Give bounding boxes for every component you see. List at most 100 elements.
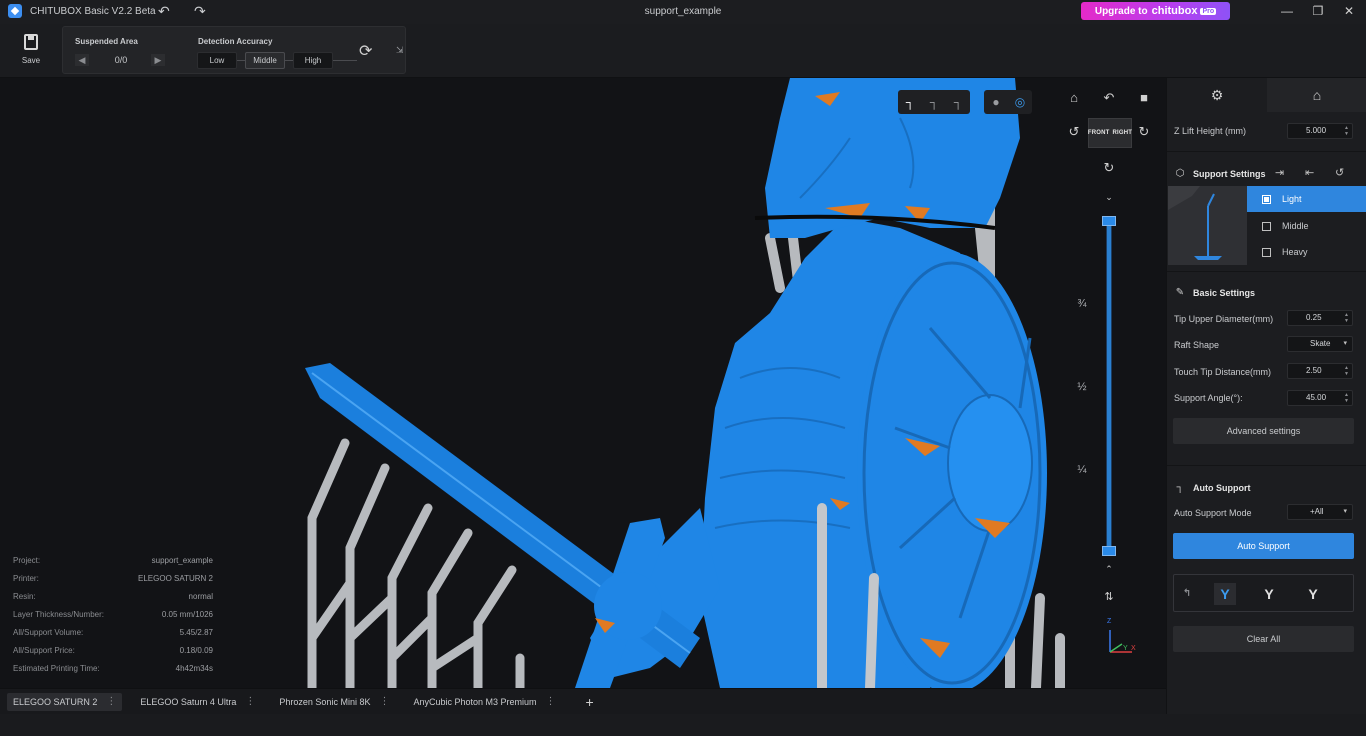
solid-sphere-icon[interactable]: ● — [984, 90, 1008, 114]
layer-slider-top-handle[interactable] — [1102, 216, 1116, 226]
preset-light-option[interactable]: Light — [1247, 186, 1366, 212]
add-printer-tab-icon[interactable]: + — [586, 694, 594, 710]
axis-z-label: Z — [1107, 618, 1112, 625]
info-printer: Printer: ELEGOO SATURN 2 — [13, 574, 213, 583]
info-value: 0.05 mm/1026 — [161, 610, 213, 619]
view-cube[interactable]: FRONT RIGHT — [1088, 118, 1132, 148]
chevron-down-icon: ▾ — [1343, 340, 1347, 347]
support-type-2-icon[interactable]: ┐ — [922, 90, 946, 114]
preset-heavy-option[interactable]: Heavy — [1247, 239, 1366, 265]
tip-upper-label: Tip Upper Diameter(mm) — [1174, 314, 1274, 324]
stepper-icon[interactable]: ▲ ▼ — [1344, 125, 1349, 137]
home-view-icon[interactable]: ⌂ — [1066, 90, 1082, 105]
info-label: Layer Thickness/Number: — [13, 610, 104, 619]
support-settings-icon: ⬡ — [1175, 168, 1185, 179]
shield-boss — [947, 394, 1033, 532]
rotate-down-icon[interactable]: ↻ — [1101, 160, 1117, 176]
suspended-area-title: Suspended Area — [75, 37, 138, 46]
tab-menu-icon[interactable]: ⋮ — [546, 696, 556, 707]
info-value: 5.45/2.87 — [179, 628, 213, 637]
save-icon — [24, 34, 38, 50]
info-project: Project: support_example — [13, 556, 213, 565]
head-shape — [765, 78, 1020, 238]
edit-support-tool-icon[interactable]: Y — [1258, 583, 1280, 605]
import-settings-icon[interactable]: ⇥ — [1275, 166, 1284, 179]
info-value: normal — [188, 592, 213, 601]
previous-area-button[interactable]: ◀ — [75, 54, 89, 66]
z-lift-input[interactable]: 5.000 ▲ ▼ — [1287, 123, 1353, 139]
cube-face-front: FRONT — [1087, 130, 1110, 136]
refresh-detection-icon[interactable]: ⟳ — [359, 41, 372, 61]
preset-label: Heavy — [1282, 247, 1308, 257]
tab-menu-icon[interactable]: ⋮ — [379, 696, 389, 707]
layer-mark-three-quarter: ¾ — [1077, 298, 1087, 310]
printer-tab-anycubic-photon-m3-premium[interactable]: AnyCubic Photon M3 Premium ⋮ — [407, 693, 561, 711]
rotate-left-icon[interactable]: ↺ — [1066, 124, 1082, 140]
auto-support-title: Auto Support — [1193, 482, 1251, 493]
print-settings-tab[interactable]: ⚙ — [1167, 78, 1267, 112]
axis-x-label: X — [1131, 645, 1136, 652]
support-tab[interactable]: ⌂ — [1267, 78, 1366, 112]
z-lift-label: Z Lift Height (mm) — [1174, 126, 1247, 136]
printer-tab-elegoo-saturn-4-ultra[interactable]: ELEGOO Saturn 4 Ultra ⋮ — [134, 693, 261, 711]
basic-settings-title: Basic Settings — [1193, 287, 1256, 298]
auto-support-mode-select[interactable]: +All ▾ — [1287, 504, 1353, 520]
info-value: support_example — [151, 556, 213, 565]
tab-menu-icon[interactable]: ⋮ — [245, 696, 255, 707]
accuracy-middle-button[interactable]: Middle — [245, 52, 285, 69]
support-type-1-icon[interactable]: ┐ — [898, 90, 922, 114]
reset-settings-icon[interactable]: ↺ — [1335, 166, 1344, 179]
xray-sphere-icon[interactable]: ◎ — [1008, 90, 1032, 114]
magic-wand-icon: ✎ — [1175, 287, 1185, 298]
printer-tab-elegoo-saturn-2[interactable]: ELEGOO SATURN 2 ⋮ — [7, 692, 123, 711]
advanced-settings-button[interactable]: Advanced settings — [1173, 418, 1354, 444]
stepper-icon[interactable]: ▲ ▼ — [1344, 365, 1349, 377]
layer-slider-track[interactable] — [1106, 220, 1112, 552]
tip-upper-input[interactable]: 0.25 ▲ ▼ — [1287, 310, 1353, 326]
restore-icon[interactable]: ❐ — [1310, 4, 1326, 18]
preset-middle-option[interactable]: Middle — [1247, 213, 1366, 239]
stepper-icon[interactable]: ▲ ▼ — [1344, 392, 1349, 404]
undo-icon[interactable]: ↶ — [158, 3, 170, 19]
auto-support-mode-value: +All — [1310, 507, 1324, 516]
printer-tab-phrozen-sonic-mini-8k[interactable]: Phrozen Sonic Mini 8K ⋮ — [273, 693, 395, 711]
cube-view-icon[interactable]: ■ — [1136, 90, 1152, 105]
divider — [1167, 151, 1366, 152]
layer-down-chevron-icon[interactable]: ⌃ — [1101, 564, 1117, 575]
support-type-3-icon[interactable]: ┐ — [946, 90, 970, 114]
auto-support-header: ┐ Auto Support — [1174, 482, 1251, 493]
collapse-panel-icon[interactable]: ⇲ — [396, 45, 404, 56]
tab-menu-icon[interactable]: ⋮ — [106, 696, 116, 707]
layer-up-chevron-icon[interactable]: ⌄ — [1101, 192, 1117, 203]
layer-slider-bottom-handle[interactable] — [1102, 546, 1116, 556]
delete-support-tool-icon[interactable]: Y — [1302, 583, 1324, 605]
rotate-back-icon[interactable]: ↶ — [1101, 90, 1117, 106]
clear-all-button[interactable]: Clear All — [1173, 626, 1354, 652]
next-area-button[interactable]: ▶ — [151, 54, 165, 66]
export-settings-icon[interactable]: ⇤ — [1305, 166, 1314, 179]
3d-viewport[interactable]: ┐ ┐ ┐ ● ◎ ⌂ ↶ ■ ↺ FRONT RIGHT ↻ ↻ ⌄ ⌃ ¾ … — [0, 78, 1166, 688]
upgrade-button[interactable]: Upgrade to chitubox Pro — [1081, 2, 1230, 20]
accuracy-high-button[interactable]: High — [293, 52, 333, 69]
tip-upper-value: 0.25 — [1306, 313, 1322, 322]
accuracy-low-button[interactable]: Low — [197, 52, 237, 69]
touch-tip-input[interactable]: 2.50 ▲ ▼ — [1287, 363, 1353, 379]
minimize-icon[interactable]: — — [1279, 4, 1295, 18]
auto-support-button[interactable]: Auto Support — [1173, 533, 1354, 559]
info-label: Printer: — [13, 574, 39, 583]
raft-shape-select[interactable]: Skate ▾ — [1287, 336, 1353, 352]
swap-layers-icon[interactable]: ⇅ — [1101, 590, 1117, 603]
close-icon[interactable]: ✕ — [1341, 4, 1357, 18]
add-support-tool-icon[interactable]: Y — [1214, 583, 1236, 605]
upgrade-tier: Pro — [1200, 7, 1217, 15]
rotate-right-icon[interactable]: ↻ — [1136, 124, 1152, 140]
support-angle-input[interactable]: 45.00 ▲ ▼ — [1287, 390, 1353, 406]
undo-support-icon[interactable]: ↰ — [1176, 583, 1198, 605]
cube-face-right: RIGHT — [1112, 130, 1133, 136]
redo-icon[interactable]: ↷ — [194, 3, 206, 19]
support-pin-icon: ┐ — [1176, 482, 1184, 493]
touch-tip-label: Touch Tip Distance(mm) — [1174, 367, 1272, 377]
chitubox-logo-icon — [8, 4, 22, 18]
stepper-icon[interactable]: ▲ ▼ — [1344, 312, 1349, 324]
save-button[interactable]: Save — [12, 32, 50, 65]
